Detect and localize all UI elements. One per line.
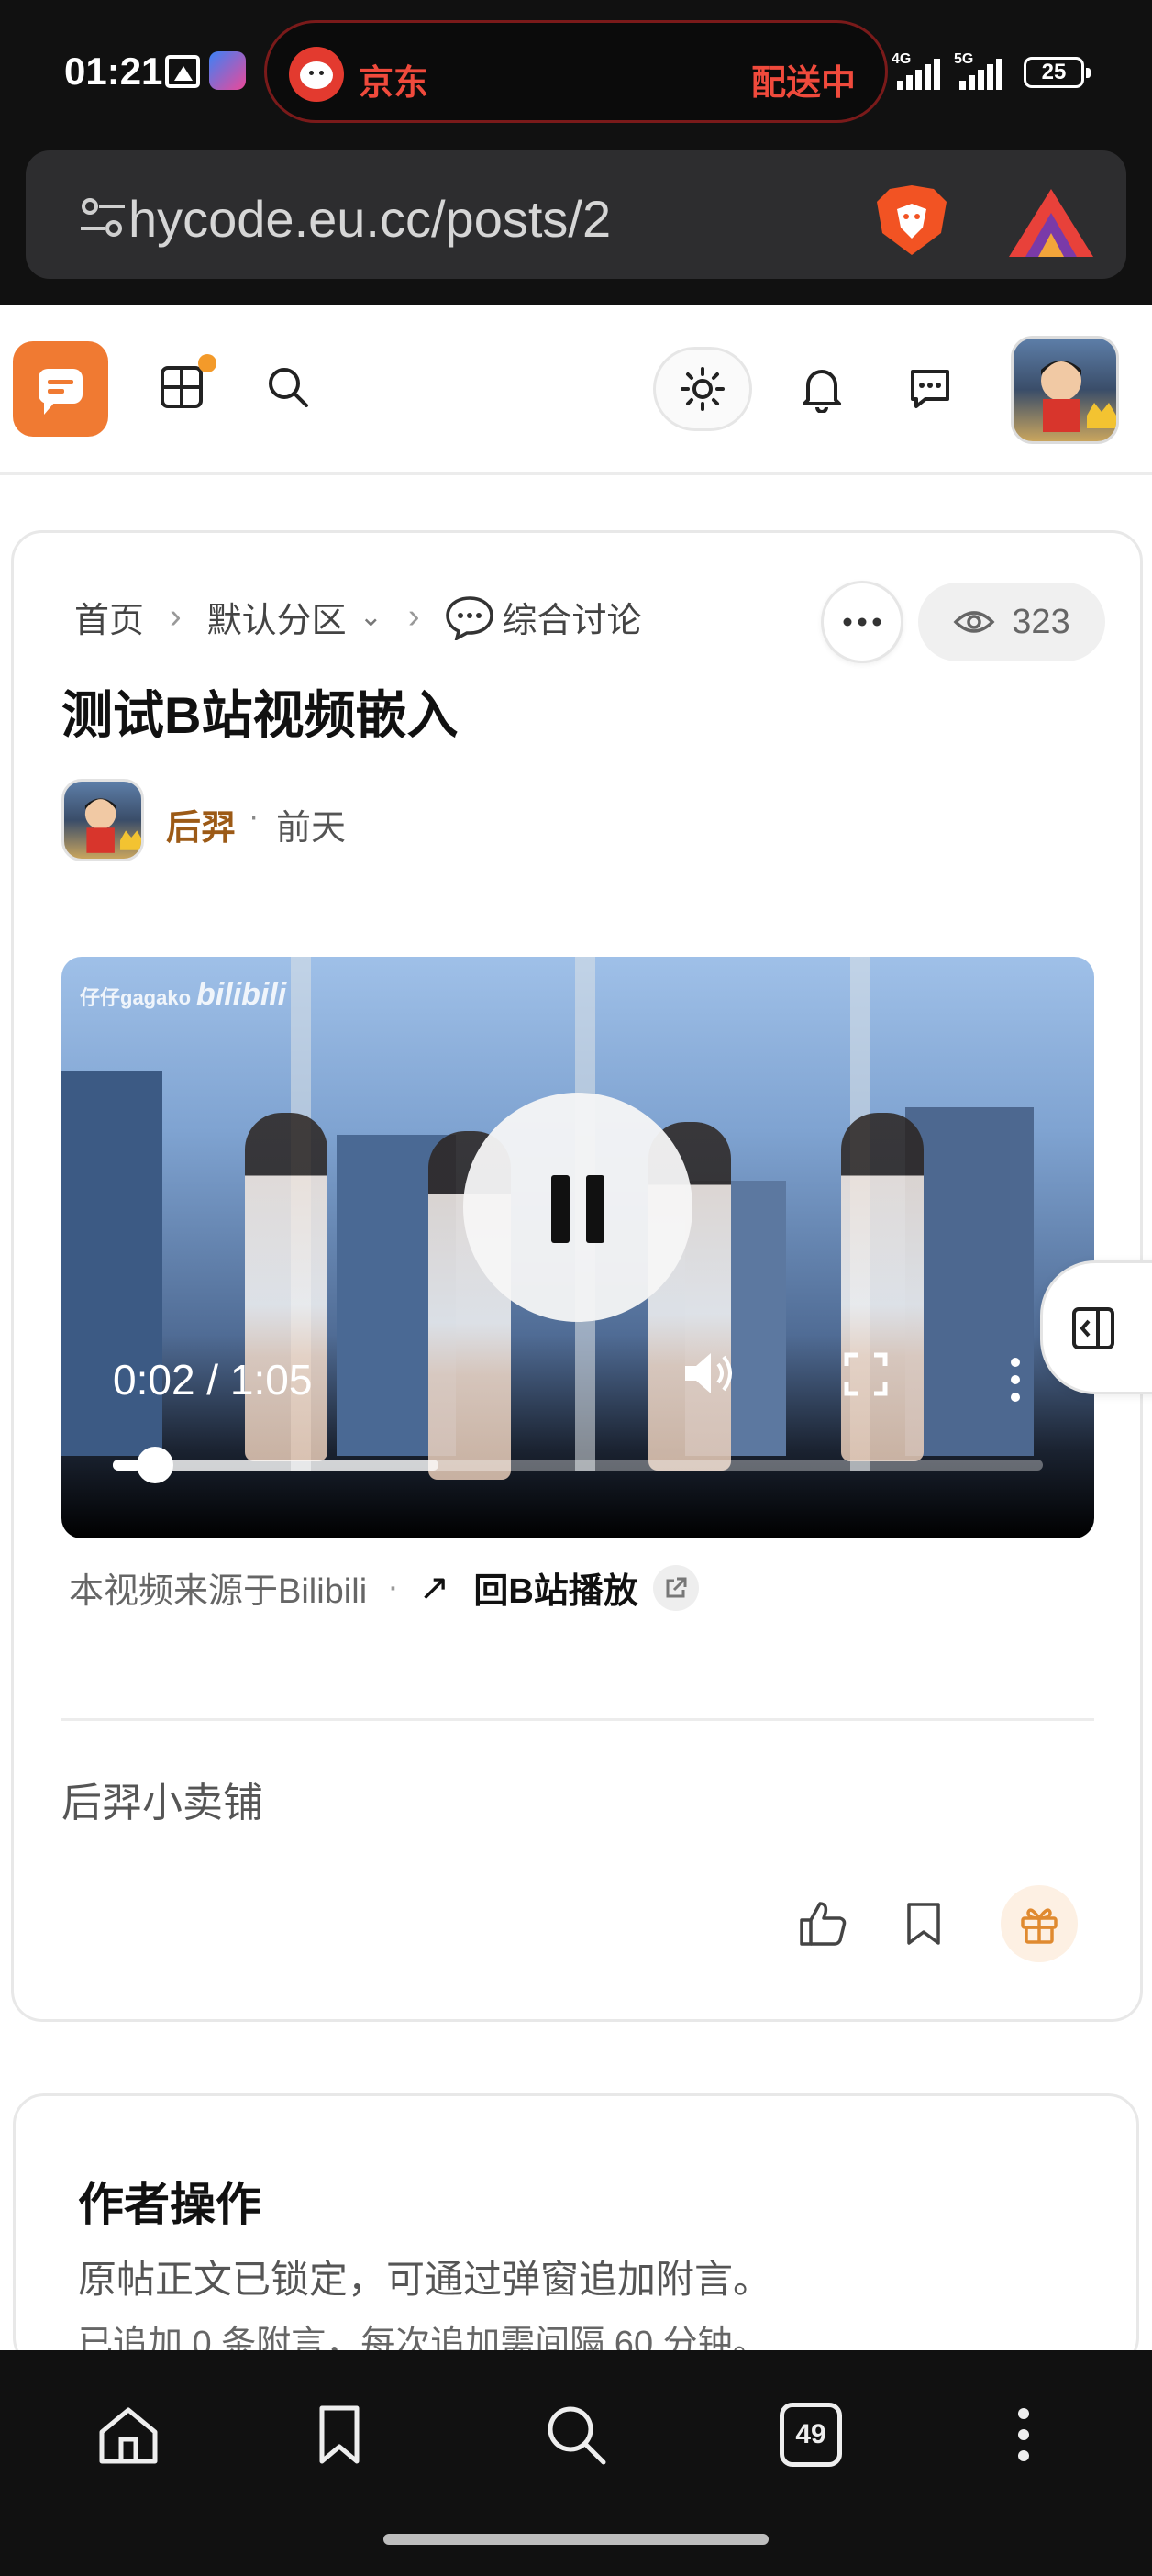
- tab-count: 49: [780, 2403, 842, 2467]
- video-progress-bar[interactable]: [113, 1447, 1043, 1483]
- video-frame-figure: [245, 1113, 327, 1461]
- messages-button[interactable]: [903, 361, 958, 416]
- user-avatar[interactable]: [1011, 336, 1119, 444]
- bookmark-button[interactable]: [885, 1885, 962, 1962]
- pause-button[interactable]: [463, 1093, 692, 1322]
- browser-toolbar: hycode.eu.cc/posts/2: [0, 147, 1152, 305]
- breadcrumb-separator-icon: ›: [170, 597, 182, 636]
- thumbs-up-icon: [800, 1902, 847, 1946]
- video-source-row: 本视频来源于Bilibili · ↗ 回B站播放: [69, 1562, 699, 1613]
- search-icon: [269, 368, 308, 407]
- view-count: 323: [1012, 602, 1070, 641]
- bookmark-icon: [319, 2405, 360, 2464]
- grid-icon: [161, 366, 203, 408]
- signal-icon-2: 5G: [954, 51, 1013, 90]
- sun-icon: [681, 367, 725, 411]
- breadcrumb: 首页 › 默认分区 ⌄ › 综合讨论: [74, 592, 642, 642]
- status-time: 01:21: [64, 50, 163, 93]
- fullscreen-icon[interactable]: [843, 1351, 889, 1397]
- alert-icon: [165, 55, 200, 88]
- message-icon: [911, 370, 949, 408]
- theme-toggle-button[interactable]: [653, 347, 752, 431]
- author-avatar[interactable]: [61, 779, 144, 861]
- browser-search-button[interactable]: [530, 2389, 622, 2481]
- meta-separator: ·: [387, 1568, 399, 1606]
- live-app-status: 配送中: [750, 64, 856, 103]
- home-button[interactable]: [83, 2389, 174, 2481]
- chevron-down-icon[interactable]: ⌄: [360, 601, 382, 633]
- site-header: [0, 305, 1152, 475]
- browser-menu-button[interactable]: [978, 2389, 1069, 2481]
- eye-icon: [953, 611, 995, 633]
- avatar-image: [1041, 361, 1116, 432]
- gift-button[interactable]: [1001, 1885, 1078, 1962]
- search-icon: [548, 2406, 606, 2465]
- site-logo[interactable]: [13, 341, 108, 437]
- search-button[interactable]: [260, 360, 316, 415]
- app-notification-icon: [209, 51, 246, 90]
- status-bar: 01:21 京东 配送中 4G 5G 25: [0, 0, 1152, 147]
- jd-logo-icon: [289, 47, 344, 102]
- browser-bottom-bar: 49: [0, 2350, 1152, 2576]
- brave-rewards-icon[interactable]: [1005, 185, 1097, 261]
- post-time: 前天: [276, 809, 347, 848]
- breadcrumb-category[interactable]: 默认分区: [207, 592, 347, 642]
- video-frame-figure: [841, 1113, 924, 1461]
- video-scrub-handle[interactable]: [137, 1447, 174, 1483]
- author-actions-description: 原帖正文已锁定，可通过弹窗追加附言。: [78, 2258, 772, 2301]
- sidebar-collapse-icon: [1072, 1307, 1114, 1349]
- live-activity-island[interactable]: 京东 配送中: [264, 20, 888, 123]
- battery-indicator: 25: [1024, 57, 1091, 88]
- home-icon: [99, 2407, 158, 2464]
- author-actions-title: 作者操作: [78, 2179, 261, 2230]
- live-app-name: 京东: [359, 64, 429, 103]
- speech-bubble-icon: [446, 595, 494, 640]
- notifications-button[interactable]: [794, 361, 849, 416]
- more-vertical-icon[interactable]: [1008, 1357, 1023, 1403]
- site-settings-icon[interactable]: [79, 194, 127, 240]
- side-panel-toggle[interactable]: [1040, 1260, 1152, 1394]
- bookmark-icon: [907, 1903, 940, 1945]
- bell-icon: [803, 370, 841, 413]
- meta-separator: ·: [249, 799, 260, 834]
- address-bar[interactable]: hycode.eu.cc/posts/2: [26, 150, 1126, 279]
- volume-icon[interactable]: [681, 1348, 737, 1399]
- post-title: 测试B站视频嵌入: [61, 686, 459, 744]
- home-indicator: [383, 2534, 769, 2545]
- author-name[interactable]: 后羿: [166, 799, 236, 849]
- bookmarks-button[interactable]: [294, 2389, 385, 2481]
- breadcrumb-separator-icon: ›: [407, 597, 420, 636]
- author-avatar-image: [84, 798, 141, 853]
- arrow-up-right-icon: ↗: [418, 1567, 450, 1608]
- author-actions-card: 作者操作 原帖正文已锁定，可通过弹窗追加附言。 已追加 0 条附言，每次追加需间…: [13, 2093, 1139, 2369]
- brave-shield-icon[interactable]: [870, 182, 954, 259]
- signal-icon-1: 4G: [892, 51, 950, 90]
- video-watermark: 仔仔gagako bilibili: [80, 977, 287, 1012]
- video-source-text: 本视频来源于Bilibili: [69, 1572, 368, 1611]
- video-frame-bg: [905, 1107, 1034, 1456]
- back-to-bilibili-link[interactable]: 回B站播放: [473, 1562, 637, 1613]
- breadcrumb-home[interactable]: 首页: [74, 592, 144, 642]
- more-horizontal-icon: [843, 617, 881, 627]
- external-link-icon[interactable]: [652, 1564, 699, 1611]
- view-count-badge: 323: [918, 583, 1105, 661]
- post-card: 首页 › 默认分区 ⌄ › 综合讨论 323 测试B站视频嵌入 后羿 · 前天: [11, 530, 1143, 2022]
- video-player[interactable]: 仔仔gagako bilibili 0:02 / 1:05: [61, 957, 1094, 1538]
- like-button[interactable]: [784, 1885, 861, 1962]
- breadcrumb-subcategory[interactable]: 综合讨论: [502, 592, 641, 642]
- gift-icon: [1021, 1908, 1058, 1944]
- shop-text: 后羿小卖铺: [61, 1781, 263, 1826]
- tabs-button[interactable]: 49: [765, 2389, 857, 2481]
- url-text[interactable]: hycode.eu.cc/posts/2: [128, 189, 611, 249]
- chat-logo-icon: [39, 369, 83, 415]
- video-time: 0:02 / 1:05: [113, 1356, 313, 1404]
- divider: [61, 1718, 1094, 1721]
- notification-dot: [198, 354, 216, 372]
- more-vertical-icon: [1018, 2408, 1029, 2461]
- post-more-button[interactable]: [821, 581, 903, 663]
